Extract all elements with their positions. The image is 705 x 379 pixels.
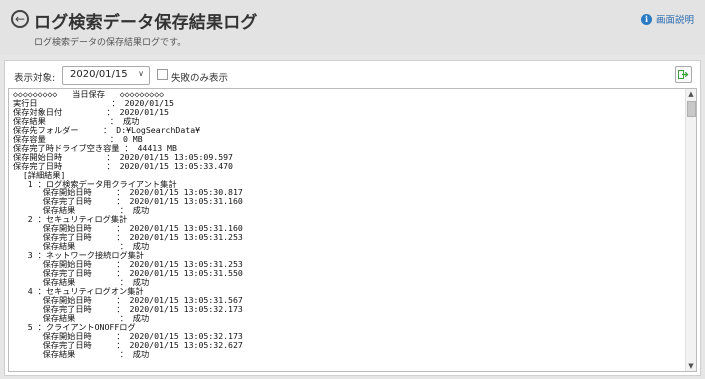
log-line: 保存結果 ： 成功 (42, 348, 150, 359)
filter-label: 表示対象: (14, 73, 56, 84)
log-textarea[interactable]: ◇◇◇◇◇◇◇◇◇ 当日保存 ◇◇◇◇◇◇◇◇◇ 実行日 ： 2020/01/1… (8, 88, 697, 372)
fail-only-label[interactable]: 失敗のみ表示 (171, 70, 228, 84)
export-button[interactable] (675, 66, 692, 83)
scroll-up-arrow-icon[interactable]: ▲ (686, 89, 696, 99)
info-icon: i (640, 13, 652, 25)
scroll-thumb[interactable] (687, 101, 696, 117)
date-select[interactable]: 2020/01/15 ∨ (62, 66, 150, 85)
help-label: 画面説明 (655, 15, 694, 26)
fail-only-checkbox[interactable] (157, 69, 168, 80)
help-link[interactable]: i 画面説明 (640, 12, 694, 26)
page-subtitle: ログ検索データの保存結果ログです。 (34, 38, 187, 48)
date-select-value: 2020/01/15 (70, 69, 128, 80)
scroll-down-arrow-icon[interactable]: ▼ (686, 361, 696, 371)
chevron-down-icon: ∨ (138, 69, 144, 78)
vertical-scrollbar[interactable]: ▲ ▼ (685, 89, 696, 371)
page-header: ← ログ検索データ保存結果ログ ログ検索データの保存結果ログです。 i 画面説明 (0, 0, 705, 55)
export-icon (678, 70, 689, 79)
content-panel: 表示対象: 2020/01/15 ∨ 失敗のみ表示 ◇◇◇◇◇◇◇◇◇ 当日保存… (4, 60, 701, 376)
page-title: ログ検索データ保存結果ログ (34, 13, 258, 33)
back-arrow-icon[interactable]: ← (11, 10, 29, 28)
log-content: ◇◇◇◇◇◇◇◇◇ 当日保存 ◇◇◇◇◇◇◇◇◇ 実行日 ： 2020/01/1… (13, 90, 243, 359)
